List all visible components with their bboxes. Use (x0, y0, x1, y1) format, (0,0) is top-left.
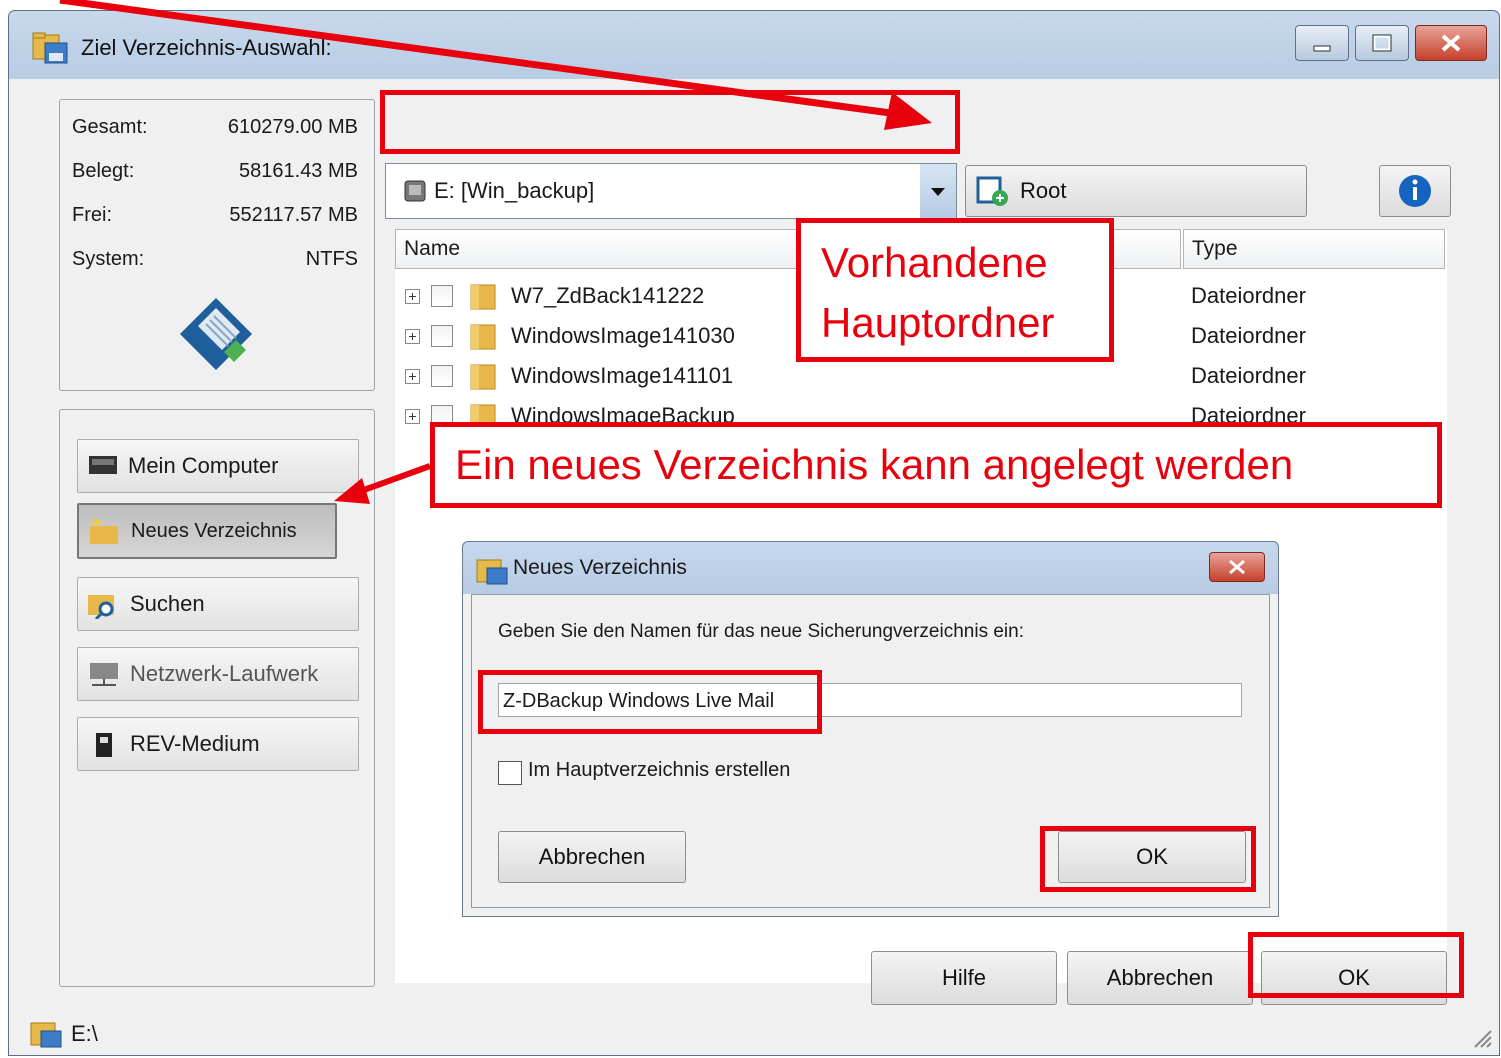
highlight-main-ok (1248, 932, 1464, 998)
annotation-existing-folders: Vorhandene Hauptordner (796, 218, 1114, 362)
highlight-drive-select (380, 90, 960, 154)
annotation-existing-folders-line2: Hauptordner (821, 299, 1055, 346)
highlight-directory-input (478, 670, 822, 734)
annotation-arrows (59, 0, 932, 504)
annotation-existing-folders-line1: Vorhandene (821, 239, 1048, 286)
highlight-dialog-ok (1040, 826, 1256, 892)
annotation-new-directory: Ein neues Verzeichnis kann angelegt werd… (430, 422, 1442, 508)
